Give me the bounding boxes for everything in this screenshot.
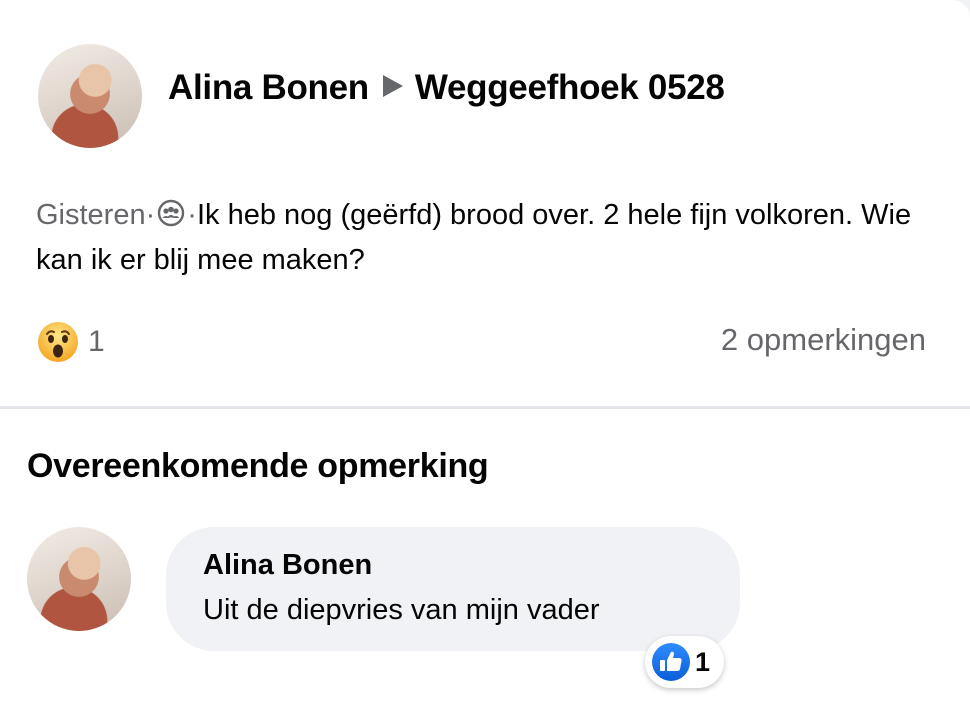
like-count: 1 xyxy=(695,646,711,677)
post-card: Alina Bonen Weggeefhoek 0528 Gisteren· ·Ik… xyxy=(0,0,970,406)
group-name[interactable]: Weggeefhoek 0528 xyxy=(415,68,725,107)
group-audience-icon[interactable] xyxy=(157,197,185,239)
like-reaction-icon xyxy=(651,642,691,682)
post-body: Gisteren· ·Ik heb nog (geërfd) brood over… xyxy=(36,194,936,281)
comment-bubble[interactable]: Alina Bonen Uit de diepvries van mijn va… xyxy=(166,527,740,651)
author-name[interactable]: Alina Bonen xyxy=(168,68,369,107)
meta-separator-2: · xyxy=(187,199,197,231)
commenter-avatar[interactable] xyxy=(27,527,131,631)
meta-separator: · xyxy=(145,199,156,231)
comment-reaction-badge[interactable]: 1 xyxy=(645,636,725,688)
comment-text: Uit de diepvries van mijn vader xyxy=(203,594,600,626)
reaction-count: 1 xyxy=(88,325,105,358)
post-header: Alina Bonen Weggeefhoek 0528 xyxy=(168,68,725,108)
post-time[interactable]: Gisteren xyxy=(36,199,146,231)
section-title: Overeenkomende opmerking xyxy=(27,447,489,485)
comment-author[interactable]: Alina Bonen xyxy=(203,549,372,582)
author-avatar[interactable] xyxy=(38,44,142,148)
post-reactions[interactable]: 1 xyxy=(36,320,105,364)
comments-count-link[interactable]: 2 opmerkingen xyxy=(721,322,926,358)
wow-reaction-icon xyxy=(36,320,80,364)
arrow-right-icon xyxy=(382,75,403,97)
screenshot-frame: Alina Bonen Weggeefhoek 0528 Gisteren· ·Ik… xyxy=(0,0,970,725)
